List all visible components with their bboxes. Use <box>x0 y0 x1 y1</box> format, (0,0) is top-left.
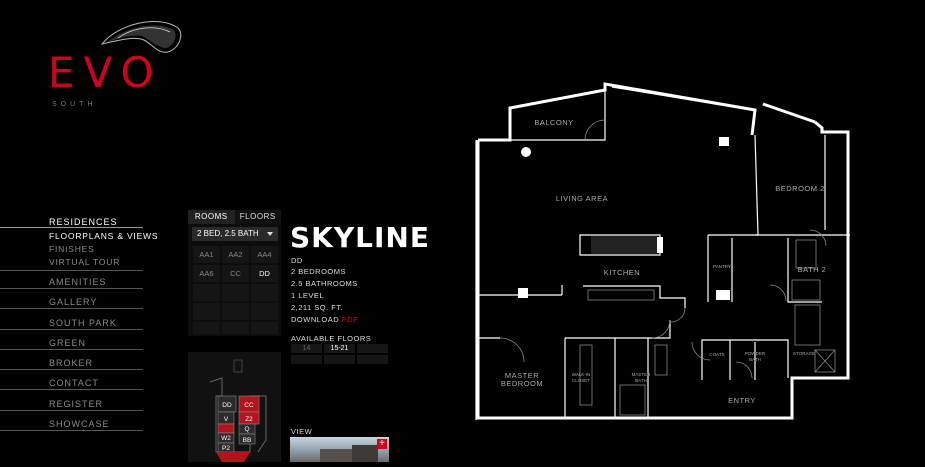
unit-dd[interactable]: DD <box>251 265 278 282</box>
room-living-area: LIVING AREA <box>556 194 608 203</box>
unit-empty <box>222 303 249 320</box>
room-walk-in-closet: CLOSET <box>572 378 590 383</box>
floor-empty <box>324 355 355 364</box>
nav-divider <box>0 329 143 330</box>
download-row: DOWNLOAD PDF <box>291 315 358 324</box>
nav-gallery[interactable]: GALLERY <box>0 297 143 307</box>
download-pdf-link[interactable]: PDF <box>342 315 359 324</box>
nav-divider <box>0 270 143 271</box>
unit-empty <box>193 322 220 334</box>
unit-levels: 1 LEVEL <box>291 291 325 300</box>
nav-divider <box>0 410 143 411</box>
tab-rooms[interactable]: ROOMS <box>188 210 235 224</box>
building-key-plan: DD CC V Z2 W2 Q P2 BB <box>209 359 267 462</box>
floor-empty <box>357 355 388 364</box>
view-building-shape <box>352 445 378 462</box>
view-thumbnail[interactable]: + <box>290 437 389 462</box>
nav-floorplans-views[interactable]: FLOORPLANS & VIEWS <box>49 231 158 241</box>
room-walk-in-closet: WALK-IN <box>572 372 591 377</box>
floor-empty <box>291 355 322 364</box>
available-floors-label: AVAILABLE FLOORS <box>291 334 372 343</box>
building-key-map: DD CC V Z2 W2 Q P2 BB <box>188 352 281 462</box>
nav-divider <box>0 288 143 289</box>
nav-divider <box>0 349 143 350</box>
room-entry: ENTRY <box>728 396 756 405</box>
key-label: Z2 <box>245 416 253 423</box>
unit-empty <box>222 322 249 334</box>
tab-floors[interactable]: FLOORS <box>234 210 281 224</box>
nav-broker[interactable]: BROKER <box>0 358 143 368</box>
nav-divider <box>0 369 143 370</box>
unit-empty <box>193 303 220 320</box>
brand-subtitle: SOUTH <box>52 101 97 108</box>
room-pantry: PANTRY <box>713 264 731 269</box>
nav-contact[interactable]: CONTACT <box>0 378 143 388</box>
room-coats: COATS <box>709 352 724 357</box>
room-balcony: BALCONY <box>534 118 573 127</box>
nav-divider <box>0 389 143 390</box>
key-label: CC <box>244 402 254 409</box>
unit-empty <box>222 284 249 301</box>
view-label: VIEW <box>291 427 313 436</box>
key-label: V <box>224 416 229 423</box>
key-label: BB <box>243 437 252 444</box>
room-kitchen: KITCHEN <box>604 268 640 277</box>
room-master-bath: MASTER <box>632 372 652 377</box>
unit-area: 2,211 SQ. FT. <box>291 303 344 312</box>
key-label: W2 <box>221 435 231 442</box>
unit-aa2[interactable]: AA2 <box>222 246 249 263</box>
nav-virtual-tour[interactable]: VIRTUAL TOUR <box>49 257 120 267</box>
unit-empty <box>251 322 278 334</box>
room-powder-bath: POWDER <box>745 351 766 356</box>
floor-empty <box>357 344 388 353</box>
unit-bedrooms: 2 BEDROOMS <box>291 267 347 276</box>
nav-amenities[interactable]: AMENITIES <box>0 277 143 287</box>
floor-15-21[interactable]: 15-21 <box>324 344 355 353</box>
room-master-bath: BATH <box>635 378 647 383</box>
room-type-select[interactable]: 2 BED, 2.5 BATH <box>192 227 278 241</box>
unit-code: DD <box>291 256 303 265</box>
expand-icon[interactable]: + <box>377 439 387 449</box>
room-powder-bath: BATH <box>749 357 761 362</box>
chevron-down-icon <box>267 232 273 236</box>
room-type-value: 2 BED, 2.5 BATH <box>197 229 259 238</box>
floor-14[interactable]: 14 <box>291 344 322 353</box>
panel-tabs: ROOMS FLOORS <box>188 210 281 224</box>
download-label: DOWNLOAD <box>291 315 340 324</box>
nav-showcase[interactable]: SHOWCASE <box>0 419 143 429</box>
nav-divider <box>0 227 143 228</box>
unit-title: SKYLINE <box>290 221 430 254</box>
room-bath-2: BATH 2 <box>798 265 827 274</box>
floor-plan: BALCONY LIVING AREA BEDROOM 2 KITCHEN PA… <box>475 82 850 420</box>
nav-register[interactable]: REGISTER <box>0 399 143 409</box>
unit-aa6[interactable]: AA6 <box>193 265 220 282</box>
nav-south-park[interactable]: SOUTH PARK <box>0 318 143 328</box>
room-bedroom-2: BEDROOM 2 <box>775 184 825 193</box>
room-storage: STORAGE <box>793 351 815 356</box>
unit-empty <box>251 284 278 301</box>
unit-cc[interactable]: CC <box>222 265 249 282</box>
key-label: DD <box>222 402 232 409</box>
nav-divider <box>0 430 143 431</box>
unit-empty <box>193 284 220 301</box>
unit-aa1[interactable]: AA1 <box>193 246 220 263</box>
nav-finishes[interactable]: FINISHES <box>49 244 95 254</box>
nav-green[interactable]: GREEN <box>0 338 143 348</box>
key-label: Q <box>244 426 249 433</box>
nav-residences[interactable]: RESIDENCES <box>0 217 143 227</box>
key-label: P2 <box>222 445 230 452</box>
unit-empty <box>251 303 278 320</box>
room-master-bedroom: BEDROOM <box>501 379 543 388</box>
unit-aa4[interactable]: AA4 <box>251 246 278 263</box>
nav-divider <box>0 308 143 309</box>
brand-logo[interactable]: EVO <box>48 48 163 97</box>
unit-bathrooms: 2.5 BATHROOMS <box>291 279 358 288</box>
